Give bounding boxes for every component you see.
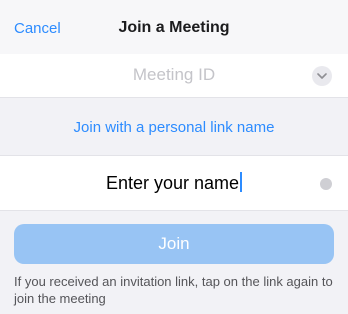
meeting-id-field[interactable]: Meeting ID: [0, 54, 348, 98]
clear-icon[interactable]: [320, 178, 332, 190]
meeting-id-placeholder: Meeting ID: [132, 65, 216, 84]
join-button[interactable]: Join: [14, 224, 334, 264]
name-field-wrapper: Enter your name: [0, 172, 348, 194]
meeting-history-dropdown-button[interactable]: [312, 66, 332, 86]
chevron-down-icon: [317, 72, 327, 79]
name-field[interactable]: Enter your name: [0, 155, 348, 211]
personal-link-name-link[interactable]: Join with a personal link name: [0, 119, 348, 136]
text-cursor: [240, 172, 243, 192]
invitation-hint: If you received an invitation link, tap …: [14, 274, 333, 306]
page-title: Join a Meeting: [118, 19, 230, 36]
name-input-value: Enter your name: [105, 173, 240, 193]
